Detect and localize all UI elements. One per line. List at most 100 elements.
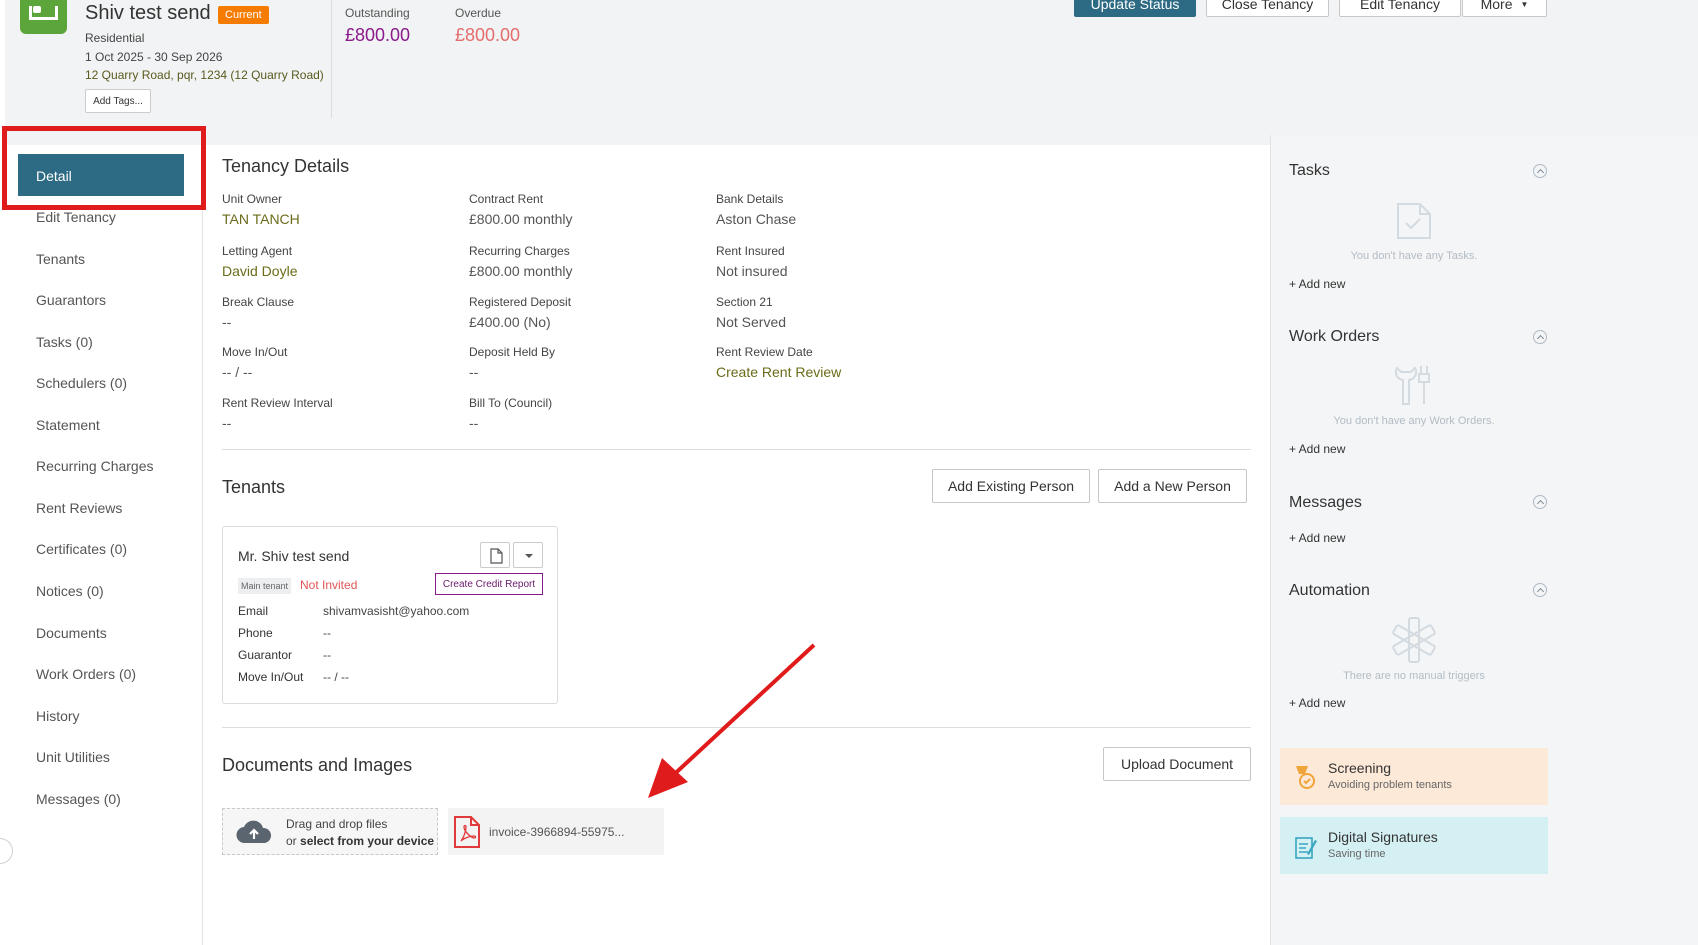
screening-title: Screening — [1328, 760, 1392, 776]
sidebar-item-statement[interactable]: Statement — [36, 417, 100, 433]
tenant-move-label: Move In/Out — [238, 670, 304, 684]
create-credit-report-button[interactable]: Create Credit Report — [435, 573, 543, 595]
signature-icon — [1295, 837, 1317, 859]
upload-document-button[interactable]: Upload Document — [1103, 747, 1251, 781]
rent-insured-value: Not insured — [716, 263, 788, 279]
break-clause-value: -- — [222, 314, 232, 330]
more-button[interactable]: More ▼ — [1462, 0, 1547, 17]
sidebar-item-notices[interactable]: Notices (0) — [36, 583, 104, 599]
dropzone-select-text: or select from your device — [286, 834, 434, 848]
sidebar-item-tenants[interactable]: Tenants — [36, 251, 85, 267]
phone-value: -- — [323, 626, 331, 640]
create-rent-review-link[interactable]: Create Rent Review — [716, 364, 841, 380]
asterisk-icon — [1392, 617, 1436, 663]
tenant-name[interactable]: Mr. Shiv test send — [238, 548, 349, 564]
sidebar-item-tasks[interactable]: Tasks (0) — [36, 334, 93, 350]
rent-insured-label: Rent Insured — [716, 244, 785, 258]
select-from-device-link[interactable]: select from your device — [300, 834, 434, 848]
sidebar-item-edit-tenancy[interactable]: Edit Tenancy — [36, 209, 116, 225]
contract-rent-value: £800.00 monthly — [469, 211, 573, 227]
contract-rent-label: Contract Rent — [469, 192, 544, 206]
tenancy-address[interactable]: 12 Quarry Road, pqr, 1234 (12 Quarry Roa… — [85, 68, 324, 82]
main-tenant-badge: Main tenant — [238, 578, 292, 594]
tenant-menu-button[interactable] — [513, 542, 543, 568]
section-21-value: Not Served — [716, 314, 787, 330]
sidebar-item-messages[interactable]: Messages (0) — [36, 791, 121, 807]
arrow-annotation-icon — [648, 643, 816, 798]
sidebar-item-schedulers[interactable]: Schedulers (0) — [36, 375, 127, 391]
sidebar-item-recurring-charges[interactable]: Recurring Charges — [36, 458, 154, 474]
collapse-messages-icon[interactable] — [1533, 495, 1547, 509]
work-orders-empty-text: You don't have any Work Orders. — [1333, 415, 1495, 427]
add-task-link[interactable]: + Add new — [1289, 277, 1345, 291]
tenancy-dates: 1 Oct 2025 - 30 Sep 2026 — [85, 50, 223, 64]
add-new-person-button[interactable]: Add a New Person — [1098, 469, 1247, 503]
deposit-held-by-label: Deposit Held By — [469, 345, 556, 359]
tasks-empty-text: You don't have any Tasks. — [1350, 250, 1478, 262]
tools-icon — [1394, 366, 1430, 405]
sidebar-item-history[interactable]: History — [36, 708, 80, 724]
sidebar-item-work-orders[interactable]: Work Orders (0) — [36, 666, 136, 682]
digital-signatures-promo[interactable]: Digital Signatures Saving time — [1280, 817, 1548, 874]
add-existing-person-button[interactable]: Add Existing Person — [932, 469, 1090, 503]
dropzone-prefix: or — [286, 834, 301, 848]
tenant-move-value: -- / -- — [323, 670, 349, 684]
digital-signatures-subtitle: Saving time — [1328, 848, 1386, 860]
sidebar-item-documents[interactable]: Documents — [36, 625, 107, 641]
add-tags-button[interactable]: Add Tags... — [85, 89, 151, 113]
collapse-tasks-icon[interactable] — [1533, 164, 1547, 178]
chevron-down-icon: ▼ — [1520, 0, 1529, 9]
sidebar-item-detail[interactable]: Detail — [18, 154, 184, 196]
edit-tenancy-button[interactable]: Edit Tenancy — [1339, 0, 1461, 17]
letting-agent-link[interactable]: David Doyle — [222, 263, 297, 279]
rent-review-interval-value: -- — [222, 415, 232, 431]
tenancy-type: Residential — [85, 31, 145, 45]
tasks-panel-title: Tasks — [1289, 162, 1330, 179]
add-message-link[interactable]: + Add new — [1289, 531, 1345, 545]
sidebar-item-unit-utilities[interactable]: Unit Utilities — [36, 749, 110, 765]
chevron-down-icon — [525, 554, 533, 558]
document-file-tile[interactable]: invoice-3966894-55975... — [448, 808, 664, 855]
deposit-held-by-value: -- — [469, 364, 479, 380]
move-in-out-value: -- / -- — [222, 364, 253, 380]
documents-section-title: Documents and Images — [222, 755, 413, 775]
automation-empty-text: There are no manual triggers — [1343, 670, 1485, 682]
sidebar-item-guarantors[interactable]: Guarantors — [36, 292, 106, 308]
rent-review-date-label: Rent Review Date — [716, 345, 813, 359]
bank-details-value: Aston Chase — [716, 211, 797, 227]
outstanding-value: £800.00 — [345, 25, 411, 45]
update-status-button[interactable]: Update Status — [1074, 0, 1196, 17]
sidebar-item-certificates[interactable]: Certificates (0) — [36, 541, 127, 557]
rent-review-interval-label: Rent Review Interval — [222, 396, 333, 410]
collapse-automation-icon[interactable] — [1533, 583, 1547, 597]
add-automation-link[interactable]: + Add new — [1289, 696, 1345, 710]
move-in-out-label: Move In/Out — [222, 345, 288, 359]
screening-promo[interactable]: Screening Avoiding problem tenants — [1280, 748, 1548, 805]
edit-tenancy-label: Edit Tenancy — [1360, 0, 1440, 12]
tenants-section-title: Tenants — [222, 477, 286, 497]
document-file-name: invoice-3966894-55975... — [489, 825, 625, 839]
registered-deposit-value: £400.00 (No) — [469, 314, 551, 330]
close-tenancy-button[interactable]: Close Tenancy — [1206, 0, 1329, 17]
registered-deposit-label: Registered Deposit — [469, 295, 572, 309]
bill-to-value: -- — [469, 415, 479, 431]
sidebar-item-rent-reviews[interactable]: Rent Reviews — [36, 500, 122, 516]
tenancy-header: Shiv test send Current Residential 1 Oct… — [5, 0, 1698, 145]
section-21-label: Section 21 — [716, 295, 773, 309]
screening-icon — [1296, 766, 1315, 789]
bank-details-label: Bank Details — [716, 192, 784, 206]
recurring-charges-value: £800.00 monthly — [469, 263, 573, 279]
add-work-order-link[interactable]: + Add new — [1289, 442, 1345, 456]
pdf-icon — [454, 816, 480, 848]
page-title: Shiv test send — [85, 2, 211, 24]
invite-status: Not Invited — [300, 578, 358, 592]
document-icon-button[interactable] — [480, 542, 510, 568]
digital-signatures-title: Digital Signatures — [1328, 829, 1438, 845]
bill-to-label: Bill To (Council) — [469, 396, 553, 410]
cloud-upload-icon — [236, 820, 272, 844]
collapse-work-orders-icon[interactable] — [1533, 330, 1547, 344]
file-dropzone[interactable]: Drag and drop files or select from your … — [222, 808, 438, 855]
more-label: More — [1480, 0, 1513, 12]
break-clause-label: Break Clause — [222, 295, 295, 309]
unit-owner-link[interactable]: TAN TANCH — [222, 211, 300, 227]
